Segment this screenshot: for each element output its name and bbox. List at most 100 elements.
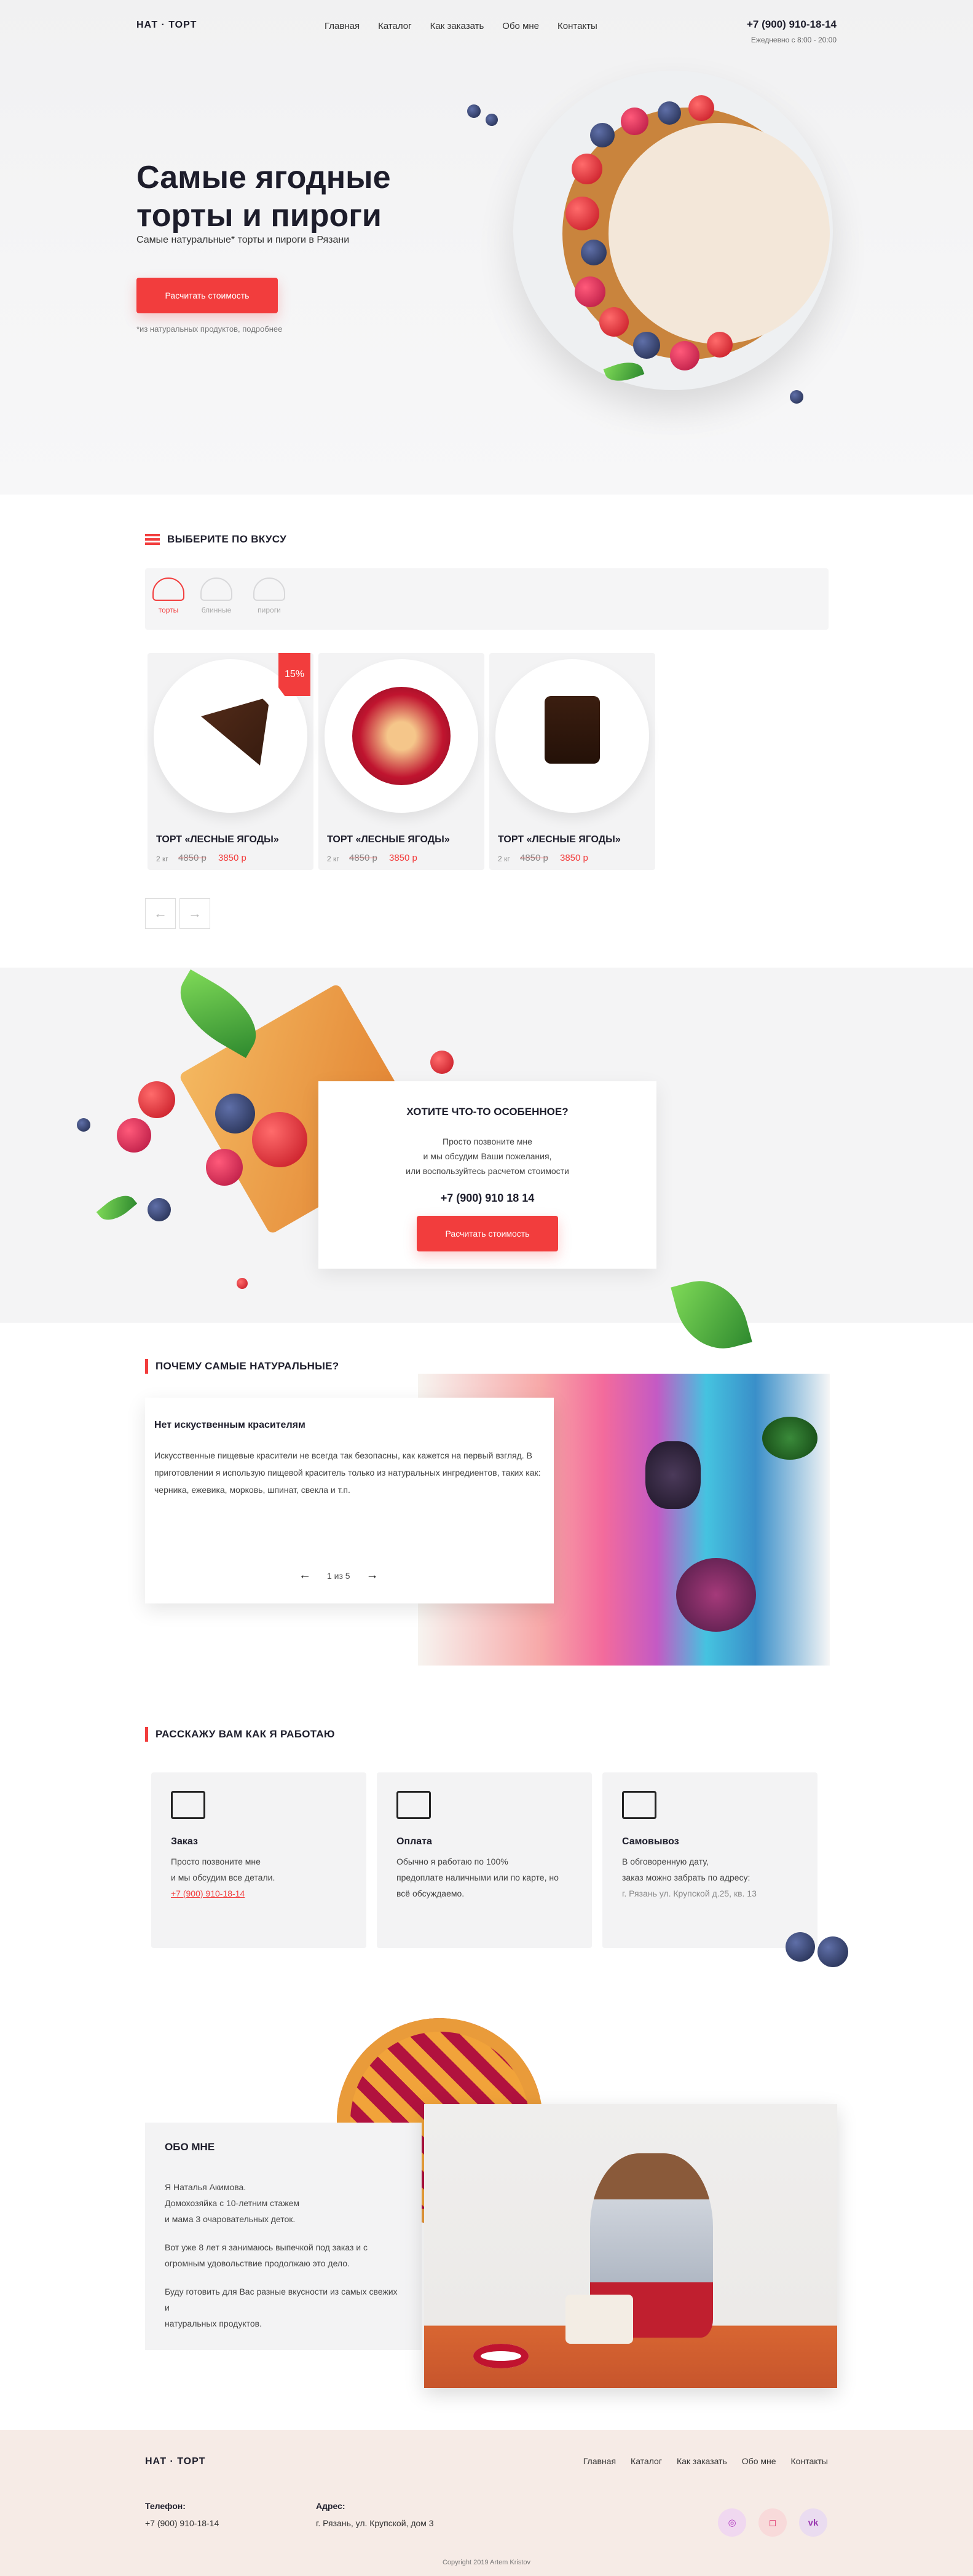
berry-decoration bbox=[817, 1936, 848, 1967]
product-old-price: 4850 р bbox=[520, 853, 548, 863]
nav-item-home[interactable]: Главная bbox=[325, 21, 360, 31]
title-marker bbox=[145, 1727, 148, 1742]
product-old-price: 4850 р bbox=[349, 853, 377, 863]
pickup-address: г. Рязань ул. Крупской д.25, кв. 13 bbox=[622, 1889, 757, 1898]
about-line: Вот уже 8 лет я занимаюсь выпечкой под з… bbox=[165, 2242, 368, 2252]
footer-nav: Главная Каталог Как заказать Обо мне Кон… bbox=[583, 2456, 828, 2466]
about-box: ОБО МНЕ Я Наталья Акимова. Домохозяйка с… bbox=[145, 2123, 422, 2350]
berry-decoration bbox=[790, 390, 803, 404]
product-price: 3850 р bbox=[218, 853, 246, 863]
berry-decoration bbox=[467, 104, 481, 118]
hero-subtitle: Самые натуральные* торты и пироги в Ряза… bbox=[136, 235, 350, 245]
special-line: или воспользуйтесь расчетом стоимости bbox=[406, 1166, 569, 1176]
product-old-price: 4850 р bbox=[178, 853, 207, 863]
berry-decoration bbox=[117, 1118, 151, 1153]
special-calc-price-button[interactable]: Расчитать стоимость bbox=[417, 1216, 558, 1251]
tab-label: пироги bbox=[258, 606, 281, 614]
special-offer-box: ХОТИТЕ ЧТО-ТО ОСОБЕННОЕ? Просто позвонит… bbox=[318, 1081, 656, 1269]
work-step-line: В обговоренную дату, bbox=[622, 1857, 709, 1866]
work-step-line: и мы обсудим все детали. bbox=[171, 1873, 275, 1882]
work-step-card: Оплата Обычно я работаю по 100% предопла… bbox=[377, 1772, 592, 1948]
footer-phone-label: Телефон: bbox=[145, 2501, 186, 2511]
special-phone[interactable]: +7 (900) 910 18 14 bbox=[318, 1192, 656, 1205]
nav-item-how-to-order[interactable]: Как заказать bbox=[430, 21, 484, 31]
tab-label: торты bbox=[158, 606, 179, 614]
berry-decoration bbox=[688, 95, 714, 121]
tab-pancakes[interactable]: блинные bbox=[198, 577, 235, 614]
page: Самые ягодные торты и пироги Самые натур… bbox=[0, 0, 973, 2576]
footer-nav-about[interactable]: Обо мне bbox=[742, 2456, 776, 2466]
work-section-title: РАССКАЖУ ВАМ КАК Я РАБОТАЮ bbox=[145, 1727, 335, 1742]
carousel-prev-button[interactable]: ← bbox=[145, 898, 176, 929]
product-card[interactable]: ТОРТ «ЛЕСНЫЕ ЯГОДЫ» 2 кг 4850 р 3850 р bbox=[489, 653, 655, 870]
footer-phone[interactable]: +7 (900) 910-18-14 bbox=[145, 2518, 219, 2528]
product-weight: 2 кг bbox=[327, 855, 339, 863]
footer-address: г. Рязань, ул. Крупской, дом 3 bbox=[316, 2518, 434, 2528]
natural-title-text: ПОЧЕМУ САМЫЕ НАТУРАЛЬНЫЕ? bbox=[156, 1360, 339, 1372]
about-line: натуральных продуктов. bbox=[165, 2319, 262, 2328]
natural-info-card: Нет искуственным красителям Искусственны… bbox=[145, 1398, 554, 1603]
credit-card-icon bbox=[396, 1791, 431, 1819]
eggplant-image bbox=[645, 1441, 701, 1509]
tab-cakes[interactable]: торты bbox=[150, 577, 187, 614]
site-header: НАТ · ТОРТ Главная Каталог Как заказать … bbox=[0, 0, 973, 55]
working-hours: Ежедневно с 8:00 - 20:00 bbox=[750, 36, 837, 44]
instagram-icon[interactable]: ◻ bbox=[758, 2508, 787, 2537]
work-step-title: Самовывоз bbox=[622, 1836, 679, 1847]
footer-nav-home[interactable]: Главная bbox=[583, 2456, 616, 2466]
header-contacts: +7 (900) 910-18-14 Ежедневно с 8:00 - 20… bbox=[747, 18, 837, 44]
product-card[interactable]: 15% ТОРТ «ЛЕСНЫЕ ЯГОДЫ» 2 кг 4850 р 3850… bbox=[148, 653, 313, 870]
work-step-title: Заказ bbox=[171, 1836, 198, 1847]
slider-counter: 1 из 5 bbox=[327, 1570, 350, 1581]
berry-decoration bbox=[237, 1278, 248, 1289]
header-phone[interactable]: +7 (900) 910-18-14 bbox=[747, 18, 837, 31]
work-step-text: В обговоренную дату, заказ можно забрать… bbox=[622, 1854, 798, 1901]
tab-pies[interactable]: пироги bbox=[251, 577, 288, 614]
baker-photo bbox=[424, 2104, 837, 2388]
nav-item-about[interactable]: Обо мне bbox=[502, 21, 539, 31]
berry-decoration bbox=[138, 1081, 175, 1118]
berry-decoration bbox=[707, 332, 733, 358]
natural-card-text: Искусственные пищевые красители не всегд… bbox=[154, 1450, 541, 1495]
special-title: ХОТИТЕ ЧТО-ТО ОСОБЕННОЕ? bbox=[406, 1106, 569, 1118]
main-nav: Главная Каталог Как заказать Обо мне Кон… bbox=[325, 21, 597, 31]
berry-pie-image bbox=[352, 687, 451, 785]
footer-logo[interactable]: НАТ · ТОРТ bbox=[145, 2456, 205, 2467]
footer-address-block: Адрес: г. Рязань, ул. Крупской, дом 3 bbox=[316, 2497, 434, 2532]
berry-decoration bbox=[575, 276, 605, 307]
discount-badge: 15% bbox=[278, 653, 310, 696]
white-cake-image bbox=[565, 2295, 633, 2344]
work-step-card: Самовывоз В обговоренную дату, заказ мож… bbox=[602, 1772, 817, 1948]
footer-nav-contacts[interactable]: Контакты bbox=[791, 2456, 828, 2466]
hero-note-link[interactable]: *из натуральных продуктов, подробнее bbox=[136, 324, 282, 334]
work-step-card: Заказ Просто позвоните мне и мы обсудим … bbox=[151, 1772, 366, 1948]
slider-next-button[interactable]: → bbox=[366, 1568, 379, 1583]
berry-decoration bbox=[670, 341, 699, 370]
product-weight: 2 кг bbox=[498, 855, 510, 863]
slider-prev-button[interactable]: ← bbox=[299, 1568, 311, 1583]
berry-decoration bbox=[572, 154, 602, 184]
about-paragraph: Вот уже 8 лет я занимаюсь выпечкой под з… bbox=[165, 2239, 402, 2271]
logo[interactable]: НАТ · ТОРТ bbox=[136, 20, 197, 31]
about-paragraph: Буду готовить для Вас разные вкусности и… bbox=[165, 2284, 402, 2331]
about-title: ОБО МНЕ bbox=[165, 2141, 215, 2153]
product-card[interactable]: ТОРТ «ЛЕСНЫЕ ЯГОДЫ» 2 кг 4850 р 3850 р bbox=[318, 653, 484, 870]
berry-decoration bbox=[633, 332, 660, 359]
about-paragraph: Я Наталья Акимова. Домохозяйка с 10-летн… bbox=[165, 2179, 402, 2227]
carousel-next-button[interactable]: → bbox=[179, 898, 210, 929]
nav-item-catalog[interactable]: Каталог bbox=[378, 21, 412, 31]
about-line: и мама 3 очаровательных деток. bbox=[165, 2214, 296, 2224]
brownie-image bbox=[545, 696, 600, 764]
order-phone-link[interactable]: +7 (900) 910-18-14 bbox=[171, 1889, 245, 1898]
work-title-text: РАССКАЖУ ВАМ КАК Я РАБОТАЮ bbox=[156, 1728, 335, 1740]
whatsapp-icon[interactable]: ◎ bbox=[718, 2508, 746, 2537]
footer-nav-how-to-order[interactable]: Как заказать bbox=[677, 2456, 727, 2466]
copyright: Copyright 2019 Artem Kristov bbox=[442, 2559, 531, 2566]
work-step-text: Просто позвоните мне и мы обсудим все де… bbox=[171, 1854, 347, 1901]
calc-price-button[interactable]: Расчитать стоимость bbox=[136, 278, 278, 313]
footer-nav-catalog[interactable]: Каталог bbox=[631, 2456, 662, 2466]
nav-item-contacts[interactable]: Контакты bbox=[557, 21, 597, 31]
vk-icon[interactable]: vk bbox=[799, 2508, 827, 2537]
cabbage-image bbox=[676, 1558, 756, 1632]
cake-icon bbox=[152, 577, 184, 601]
